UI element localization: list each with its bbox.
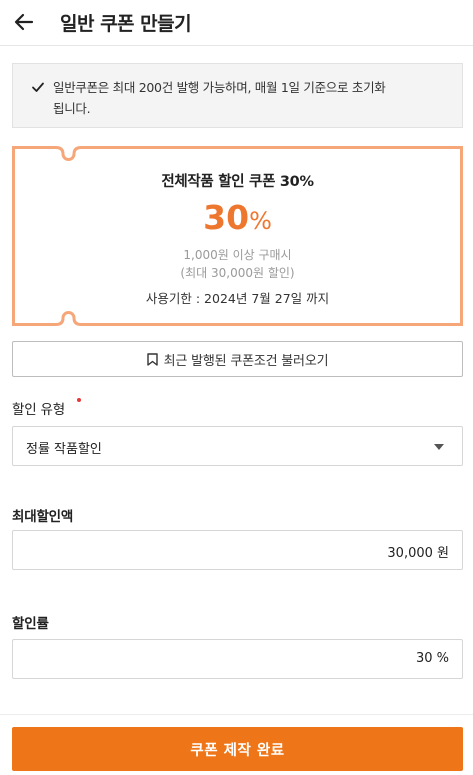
create-coupon-button[interactable]: 쿠폰 제작 완료: [12, 727, 463, 771]
footer-divider: [0, 714, 473, 715]
discount-type-label: 할인 유형: [12, 402, 65, 418]
notice-box: 일반쿠폰은 최대 200건 발행 가능하며, 매월 1일 기준으로 초기화 됩니…: [12, 63, 463, 128]
caret-down-icon: [434, 444, 444, 450]
load-recent-coupon-label: 최근 발행된 쿠폰조건 불러오기: [163, 353, 329, 369]
coupon-max-discount: (최대 30,000원 할인): [180, 266, 295, 280]
coupon-conditions: 1,000원 이상 구매시 (최대 30,000원 할인): [12, 246, 463, 282]
discount-type-value: 정률 작품할인: [26, 442, 102, 457]
header-bar: 일반 쿠폰 만들기: [0, 0, 473, 46]
page-title: 일반 쿠폰 만들기: [60, 13, 192, 35]
notice-line-1: 일반쿠폰은 최대 200건 발행 가능하며, 매월 1일 기준으로 초기화: [53, 80, 386, 95]
coupon-rate-unit: %: [249, 207, 272, 235]
coupon-expiry: 사용기한 : 2024년 7월 27일 까지: [145, 291, 330, 306]
coupon-preview: 전체작품 할인 쿠폰 30% 30% 1,000원 이상 구매시 (최대 30,…: [12, 146, 463, 326]
bookmark-icon: [146, 352, 158, 366]
notice-text: 일반쿠폰은 최대 200건 발행 가능하며, 매월 1일 기준으로 초기화 됩니…: [53, 77, 386, 127]
discount-rate-label: 할인률: [12, 616, 49, 632]
discount-rate-input[interactable]: 30 %: [12, 639, 463, 679]
max-amount-value: 30,000 원: [387, 546, 449, 561]
coupon-rate-number: 30: [203, 198, 250, 237]
arrow-left-icon[interactable]: [12, 10, 36, 34]
discount-type-select[interactable]: 정률 작품할인: [12, 426, 463, 466]
coupon-title: 전체작품 할인 쿠폰 30%: [161, 174, 314, 190]
coupon-rate: 30%: [12, 198, 463, 237]
coupon-min-purchase: 1,000원 이상 구매시: [183, 248, 292, 262]
load-recent-coupon-button[interactable]: 최근 발행된 쿠폰조건 불러오기: [12, 341, 463, 377]
create-coupon-label: 쿠폰 제작 완료: [190, 742, 285, 759]
required-dot: [77, 398, 81, 402]
discount-rate-value: 30 %: [415, 651, 449, 666]
max-amount-label: 최대할인액: [12, 509, 74, 525]
max-amount-input[interactable]: 30,000 원: [12, 530, 463, 570]
check-icon: [32, 82, 44, 92]
notice-line-2: 됩니다.: [53, 101, 91, 116]
